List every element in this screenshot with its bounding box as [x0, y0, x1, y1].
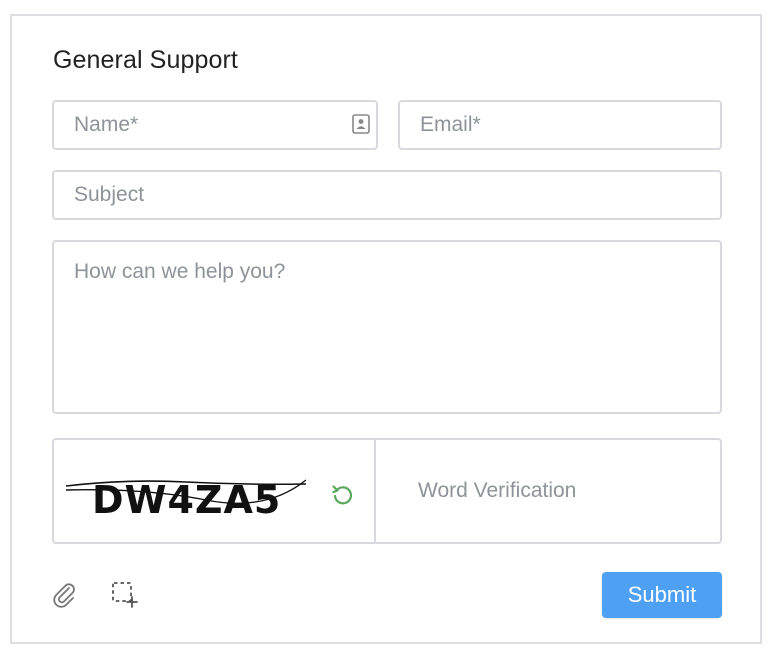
contact-card-icon[interactable] [352, 114, 370, 134]
email-input[interactable] [400, 102, 720, 148]
message-textarea[interactable] [54, 242, 720, 412]
subject-field-container [52, 170, 722, 220]
captcha-code: DW4ZA5 [92, 478, 282, 522]
screenshot-icon[interactable] [110, 580, 138, 608]
form-title: General Support [53, 46, 238, 74]
refresh-icon[interactable] [330, 482, 354, 506]
captcha-image: DW4ZA5 [66, 476, 310, 524]
email-field-container [398, 100, 722, 150]
message-field-container [52, 240, 722, 414]
captcha-container: DW4ZA5 [52, 438, 722, 544]
name-input[interactable] [54, 102, 376, 148]
paperclip-icon[interactable] [50, 580, 78, 608]
submit-button[interactable]: Submit [602, 572, 722, 618]
name-field-container [52, 100, 378, 150]
word-verification-input[interactable] [376, 440, 720, 542]
subject-input[interactable] [54, 172, 720, 218]
